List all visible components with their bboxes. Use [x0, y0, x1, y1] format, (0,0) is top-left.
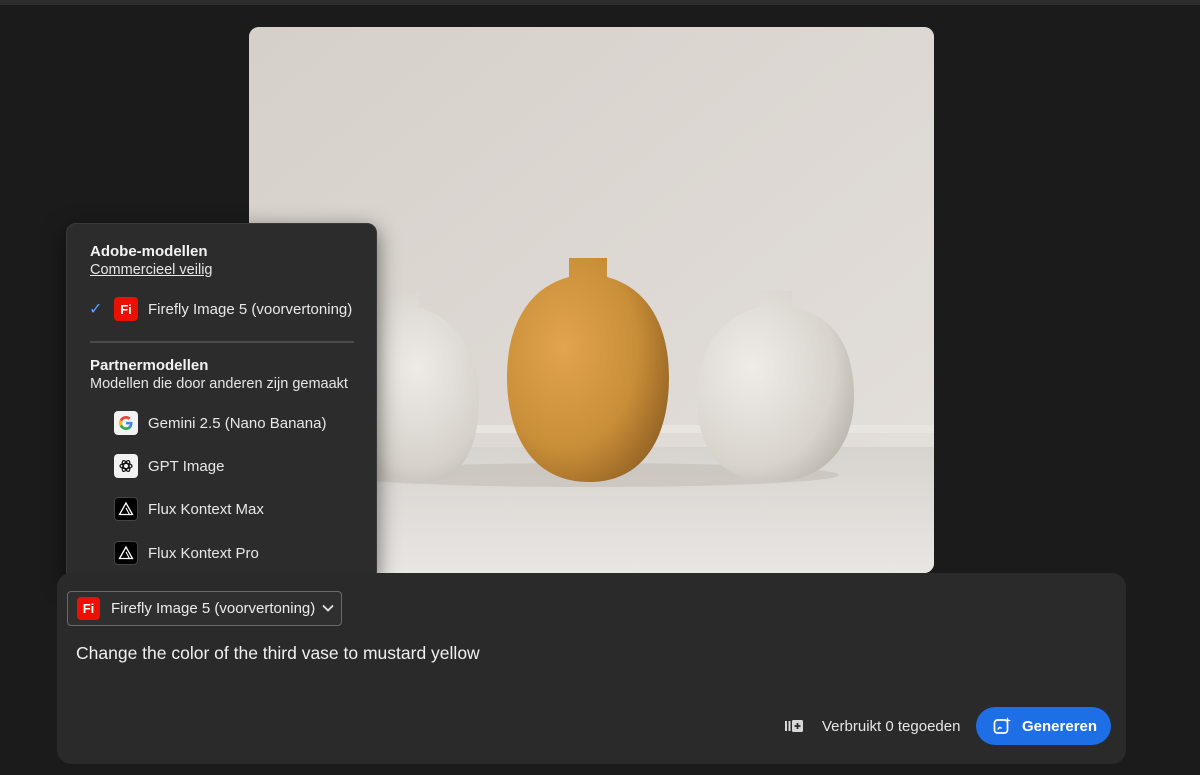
- flux-icon: [114, 541, 138, 565]
- generate-button[interactable]: Genereren: [976, 707, 1111, 745]
- partner-models-heading: Partnermodellen: [90, 357, 209, 374]
- chevron-down-icon: [322, 605, 334, 612]
- menu-item-label: Flux Kontext Max: [148, 500, 264, 518]
- menu-item-gpt-image[interactable]: GPT Image: [67, 446, 376, 486]
- credits-icon: [785, 720, 803, 732]
- generate-sparkle-icon: [993, 717, 1011, 734]
- menu-item-label: GPT Image: [148, 457, 225, 475]
- partner-models-subtitle: Modellen die door anderen zijn gemaakt: [90, 376, 348, 392]
- openai-icon: [114, 454, 138, 478]
- menu-item-firefly-image-5[interactable]: ✓ Fi Firefly Image 5 (voorvertoning): [67, 289, 376, 329]
- menu-item-label: Flux Kontext Pro: [148, 544, 259, 562]
- menu-item-gemini[interactable]: Gemini 2.5 (Nano Banana): [67, 403, 376, 443]
- firefly-icon: Fi: [114, 297, 138, 321]
- model-select-dropdown[interactable]: Fi Firefly Image 5 (voorvertoning): [67, 591, 342, 626]
- menu-item-label: Firefly Image 5 (voorvertoning): [148, 300, 353, 318]
- commercially-safe-link[interactable]: Commercieel veilig: [90, 262, 212, 278]
- firefly-icon: Fi: [77, 597, 100, 620]
- credits-label: Verbruikt 0 tegoeden: [822, 718, 961, 735]
- model-menu: Adobe-modellen Commercieel veilig ✓ Fi F…: [66, 223, 377, 581]
- model-select-label: Firefly Image 5 (voorvertoning): [111, 600, 316, 617]
- prompt-input[interactable]: Change the color of the third vase to mu…: [76, 643, 480, 664]
- adobe-models-heading: Adobe-modellen: [90, 243, 208, 260]
- menu-divider: [90, 341, 354, 343]
- flux-icon: [114, 497, 138, 521]
- menu-item-flux-kontext-pro[interactable]: Flux Kontext Pro: [67, 533, 376, 573]
- google-icon: [114, 411, 138, 435]
- top-bar: [0, 0, 1200, 5]
- menu-item-label: Gemini 2.5 (Nano Banana): [148, 414, 327, 432]
- menu-item-flux-kontext-max[interactable]: Flux Kontext Max: [67, 489, 376, 529]
- prompt-panel: Fi Firefly Image 5 (voorvertoning) Chang…: [57, 573, 1126, 764]
- checkmark-icon: ✓: [89, 301, 103, 318]
- generate-button-label: Genereren: [1022, 717, 1098, 735]
